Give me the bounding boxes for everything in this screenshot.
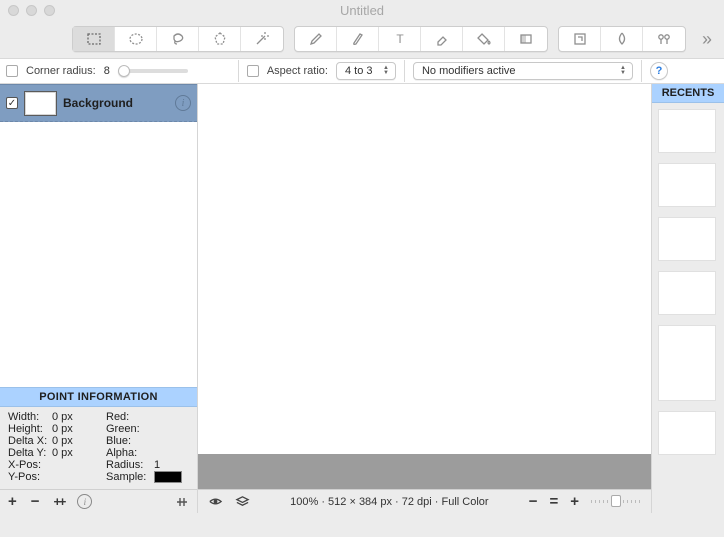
separator (641, 60, 642, 82)
options-bar: Corner radius: 8 Aspect ratio: 4 to 3 ▲▼… (0, 58, 724, 84)
status-bar: 100% · 512 × 384 px · 72 dpi · Full Colo… (198, 489, 651, 513)
recent-thumb[interactable] (658, 217, 716, 261)
zoom-fit-button[interactable]: = (549, 493, 558, 510)
zoom-out-button[interactable]: − (529, 493, 538, 510)
canvas-area: 100% · 512 × 384 px · 72 dpi · Full Colo… (198, 84, 651, 513)
corner-radius-checkbox[interactable] (6, 65, 18, 77)
modifiers-value: No modifiers active (422, 65, 516, 77)
recent-thumb[interactable] (658, 411, 716, 455)
help-button[interactable]: ? (650, 62, 668, 80)
separator (238, 60, 239, 82)
layers-button[interactable] (235, 494, 250, 509)
edit-tools (558, 26, 686, 52)
width-value: 0 px (52, 411, 106, 423)
add-layer-button[interactable]: + (8, 493, 17, 510)
zoom-slider[interactable] (591, 500, 641, 503)
preview-button[interactable] (208, 494, 223, 509)
eraser-tool[interactable] (421, 27, 463, 51)
titlebar: Untitled (0, 0, 724, 20)
recents-heading: RECENTS (652, 84, 724, 103)
xpos-value (52, 459, 106, 471)
corner-radius-label: Corner radius: (26, 65, 96, 77)
layer-info-button[interactable]: i (77, 494, 92, 509)
xpos-label: X-Pos: (8, 459, 52, 471)
radius-value: 1 (154, 459, 189, 471)
sample-swatch (154, 471, 182, 483)
blur-tool[interactable] (601, 27, 643, 51)
recents-panel: RECENTS (651, 84, 724, 513)
layer-thumbnail (24, 91, 57, 116)
recent-thumb[interactable] (658, 163, 716, 207)
deltay-label: Delta Y: (8, 447, 52, 459)
canvas[interactable] (198, 84, 651, 454)
lasso-tool[interactable] (157, 27, 199, 51)
radius-label: Radius: (106, 459, 154, 471)
recents-list (652, 103, 724, 513)
layer-row[interactable]: ✓ Background i (0, 84, 197, 122)
red-value (154, 411, 189, 423)
recent-thumb[interactable] (658, 271, 716, 315)
recent-thumb[interactable] (658, 109, 716, 153)
red-label: Red: (106, 411, 154, 423)
align-button[interactable] (175, 495, 189, 509)
svg-text:T: T (396, 32, 404, 46)
updown-icon: ▲▼ (381, 63, 391, 79)
layer-visibility-checkbox[interactable]: ✓ (6, 97, 18, 109)
gradient-tool[interactable] (505, 27, 547, 51)
selection-tools (72, 26, 284, 52)
recent-thumb[interactable] (658, 325, 716, 401)
polygon-select-tool[interactable] (199, 27, 241, 51)
separator (404, 60, 405, 82)
green-label: Green: (106, 423, 154, 435)
zoom-in-button[interactable]: + (570, 493, 579, 510)
height-label: Height: (8, 423, 52, 435)
brush-tool[interactable] (337, 27, 379, 51)
fill-tool[interactable] (463, 27, 505, 51)
toolbar: T ›› (0, 20, 724, 58)
sample-label: Sample: (106, 471, 154, 483)
corner-radius-slider[interactable] (118, 69, 188, 73)
wand-tool[interactable] (241, 27, 283, 51)
window-title: Untitled (0, 3, 724, 18)
status-text: 100% · 512 × 384 px · 72 dpi · Full Colo… (262, 496, 517, 508)
layer-info-icon[interactable]: i (175, 95, 191, 111)
deltay-value: 0 px (52, 447, 106, 459)
aspect-ratio-dropdown[interactable]: 4 to 3 ▲▼ (336, 62, 396, 80)
modifiers-dropdown[interactable]: No modifiers active ▲▼ (413, 62, 633, 80)
ypos-label: Y-Pos: (8, 471, 52, 483)
layer-footer: + − + + i (0, 489, 197, 513)
alpha-label: Alpha: (106, 447, 154, 459)
canvas-viewport[interactable] (198, 84, 651, 454)
height-value: 0 px (52, 423, 106, 435)
blue-value (154, 435, 189, 447)
clone-tool[interactable] (643, 27, 685, 51)
ellipse-select-tool[interactable] (115, 27, 157, 51)
remove-layer-button[interactable]: − (31, 493, 40, 510)
left-panel: ✓ Background i POINT INFORMATION Width: … (0, 84, 198, 513)
paint-tools: T (294, 26, 548, 52)
deltax-value: 0 px (52, 435, 106, 447)
ypos-value (52, 471, 106, 483)
text-tool[interactable]: T (379, 27, 421, 51)
point-info-panel: Width: 0 px Red: Height: 0 px Green: Del… (0, 407, 197, 489)
alpha-value (154, 447, 189, 459)
layers-panel: ✓ Background i (0, 84, 197, 387)
green-value (154, 423, 189, 435)
aspect-ratio-value: 4 to 3 (345, 65, 373, 77)
aspect-ratio-label: Aspect ratio: (267, 65, 328, 77)
layer-name: Background (63, 96, 169, 110)
toolbar-overflow[interactable]: ›› (696, 29, 716, 50)
corner-radius-value: 8 (104, 65, 110, 77)
blue-label: Blue: (106, 435, 154, 447)
main-area: ✓ Background i POINT INFORMATION Width: … (0, 84, 724, 513)
deltax-label: Delta X: (8, 435, 52, 447)
rect-select-tool[interactable] (73, 27, 115, 51)
pencil-tool[interactable] (295, 27, 337, 51)
aspect-ratio-checkbox[interactable] (247, 65, 259, 77)
updown-icon: ▲▼ (618, 63, 628, 79)
duplicate-layer-button[interactable]: + + (54, 494, 64, 509)
crop-tool[interactable] (559, 27, 601, 51)
point-info-heading: POINT INFORMATION (0, 387, 197, 407)
width-label: Width: (8, 411, 52, 423)
